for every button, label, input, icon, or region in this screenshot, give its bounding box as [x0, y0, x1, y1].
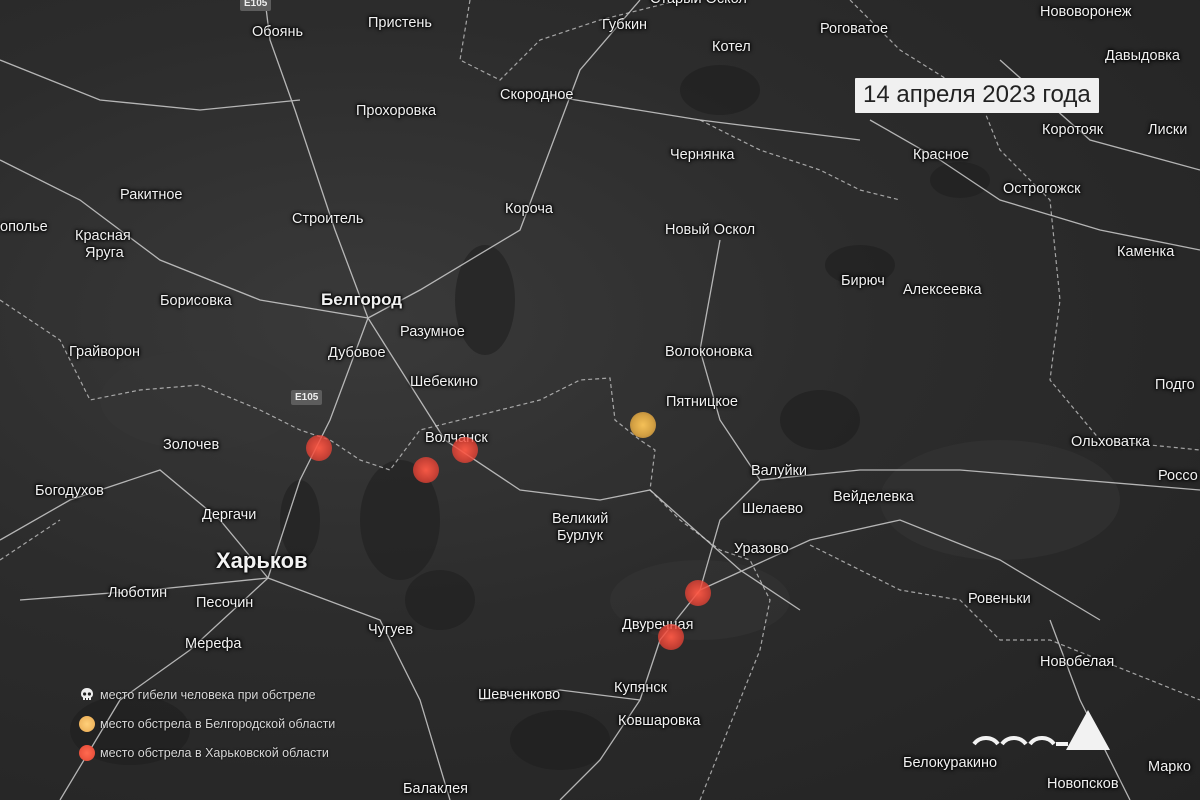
place-label: Лиски	[1148, 122, 1188, 138]
legend-label: место обстрела в Белгородской области	[100, 716, 336, 731]
legend-item-belgorod: место обстрела в Белгородской области	[78, 709, 335, 738]
place-label: Роговатое	[820, 21, 889, 37]
place-label: Ровеньки	[968, 591, 1031, 607]
place-label: Белокуракино	[903, 755, 998, 771]
place-label: Новый Оскол	[665, 222, 756, 238]
place-label: Котел	[712, 39, 751, 55]
kharkiv-shelling-marker[interactable]	[685, 580, 711, 606]
legend-label: место обстрела в Харьковской области	[100, 745, 329, 760]
kharkiv-dot-icon	[78, 744, 96, 762]
skull-icon	[78, 686, 96, 704]
belgorod-dot-icon	[78, 715, 96, 733]
place-label: Дергачи	[202, 507, 257, 523]
place-label: Чернянка	[670, 147, 735, 163]
place-label: Марко	[1148, 759, 1191, 775]
place-label: Короча	[505, 201, 553, 217]
place-label: Шебекино	[410, 374, 478, 390]
place-label: Острогожск	[1003, 181, 1081, 197]
place-label: Красное	[913, 147, 969, 163]
place-label: Великий	[552, 511, 609, 527]
road-shield: E105	[240, 0, 272, 11]
road-shield: E105	[291, 390, 323, 405]
map-legend: место гибели человека при обстреле место…	[78, 680, 335, 767]
map-view[interactable]: Пристень Обоянь Губкин Котел Роговатое Новово…	[0, 0, 1200, 800]
place-label: Новопсков	[1047, 776, 1119, 792]
place-label: Губкин	[602, 17, 648, 33]
place-label: Ольховатка	[1071, 434, 1150, 450]
place-label: Люботин	[108, 585, 168, 601]
place-label: Ковшаровка	[618, 713, 701, 729]
place-label: Дубовое	[328, 345, 386, 361]
legend-item-kharkiv: место обстрела в Харьковской области	[78, 738, 335, 767]
place-label: Разумное	[400, 324, 465, 340]
place-label: Шевченково	[478, 687, 561, 703]
place-label: ополье	[0, 219, 48, 235]
date-label: 14 апреля 2023 года	[855, 78, 1099, 113]
place-label: Борисовка	[160, 293, 232, 309]
place-label: Харьков	[216, 548, 308, 573]
place-label: Подго	[1155, 377, 1195, 393]
place-label: Обоянь	[252, 24, 304, 40]
place-label: Купянск	[614, 680, 668, 696]
place-label: Ракитное	[120, 187, 183, 203]
place-label: Грайворон	[69, 344, 141, 360]
place-label: Золочев	[163, 437, 220, 453]
place-label: Пристень	[368, 15, 432, 31]
place-label: Бирюч	[841, 273, 885, 289]
place-label: Прохоровка	[356, 103, 437, 119]
place-label: Балаклея	[403, 781, 468, 797]
kharkiv-shelling-marker[interactable]	[306, 435, 332, 461]
place-label: Чугуев	[368, 622, 414, 638]
place-label: Бурлук	[557, 528, 603, 544]
place-label: Белгород	[321, 290, 403, 309]
place-label: Старый Оскол	[650, 0, 747, 7]
place-label: Пятницкое	[666, 394, 738, 410]
place-label: Яруга	[85, 245, 124, 261]
kharkiv-shelling-marker[interactable]	[413, 457, 439, 483]
place-label: Новобелая	[1040, 654, 1115, 670]
legend-label: место гибели человека при обстреле	[100, 687, 316, 702]
kharkiv-shelling-marker[interactable]	[452, 437, 478, 463]
place-label: Волоконовка	[665, 344, 753, 360]
kharkiv-shelling-marker[interactable]	[658, 624, 684, 650]
belgorod-shelling-marker[interactable]	[630, 412, 656, 438]
place-label: Двуречная	[622, 617, 694, 633]
legend-item-fatality: место гибели человека при обстреле	[78, 680, 335, 709]
place-label: Скородное	[500, 87, 574, 103]
place-label: Красная	[75, 228, 131, 244]
place-label: Каменка	[1117, 244, 1175, 260]
place-label: Нововоронеж	[1040, 4, 1132, 20]
place-label: Вейделевка	[833, 489, 914, 505]
place-label: Мерефа	[185, 636, 242, 652]
place-label: Коротояк	[1042, 122, 1104, 138]
place-label: Богодухов	[35, 483, 104, 499]
place-label: Шелаево	[742, 501, 804, 517]
place-label: Давыдовка	[1105, 48, 1180, 64]
place-label: Песочин	[196, 595, 254, 611]
place-label: Валуйки	[751, 463, 807, 479]
place-label: Строитель	[292, 211, 364, 227]
place-label: Алексеевка	[903, 282, 982, 298]
place-label: Россо	[1158, 468, 1198, 484]
place-label: Уразово	[734, 541, 789, 557]
brand-logo-icon	[972, 710, 1110, 750]
